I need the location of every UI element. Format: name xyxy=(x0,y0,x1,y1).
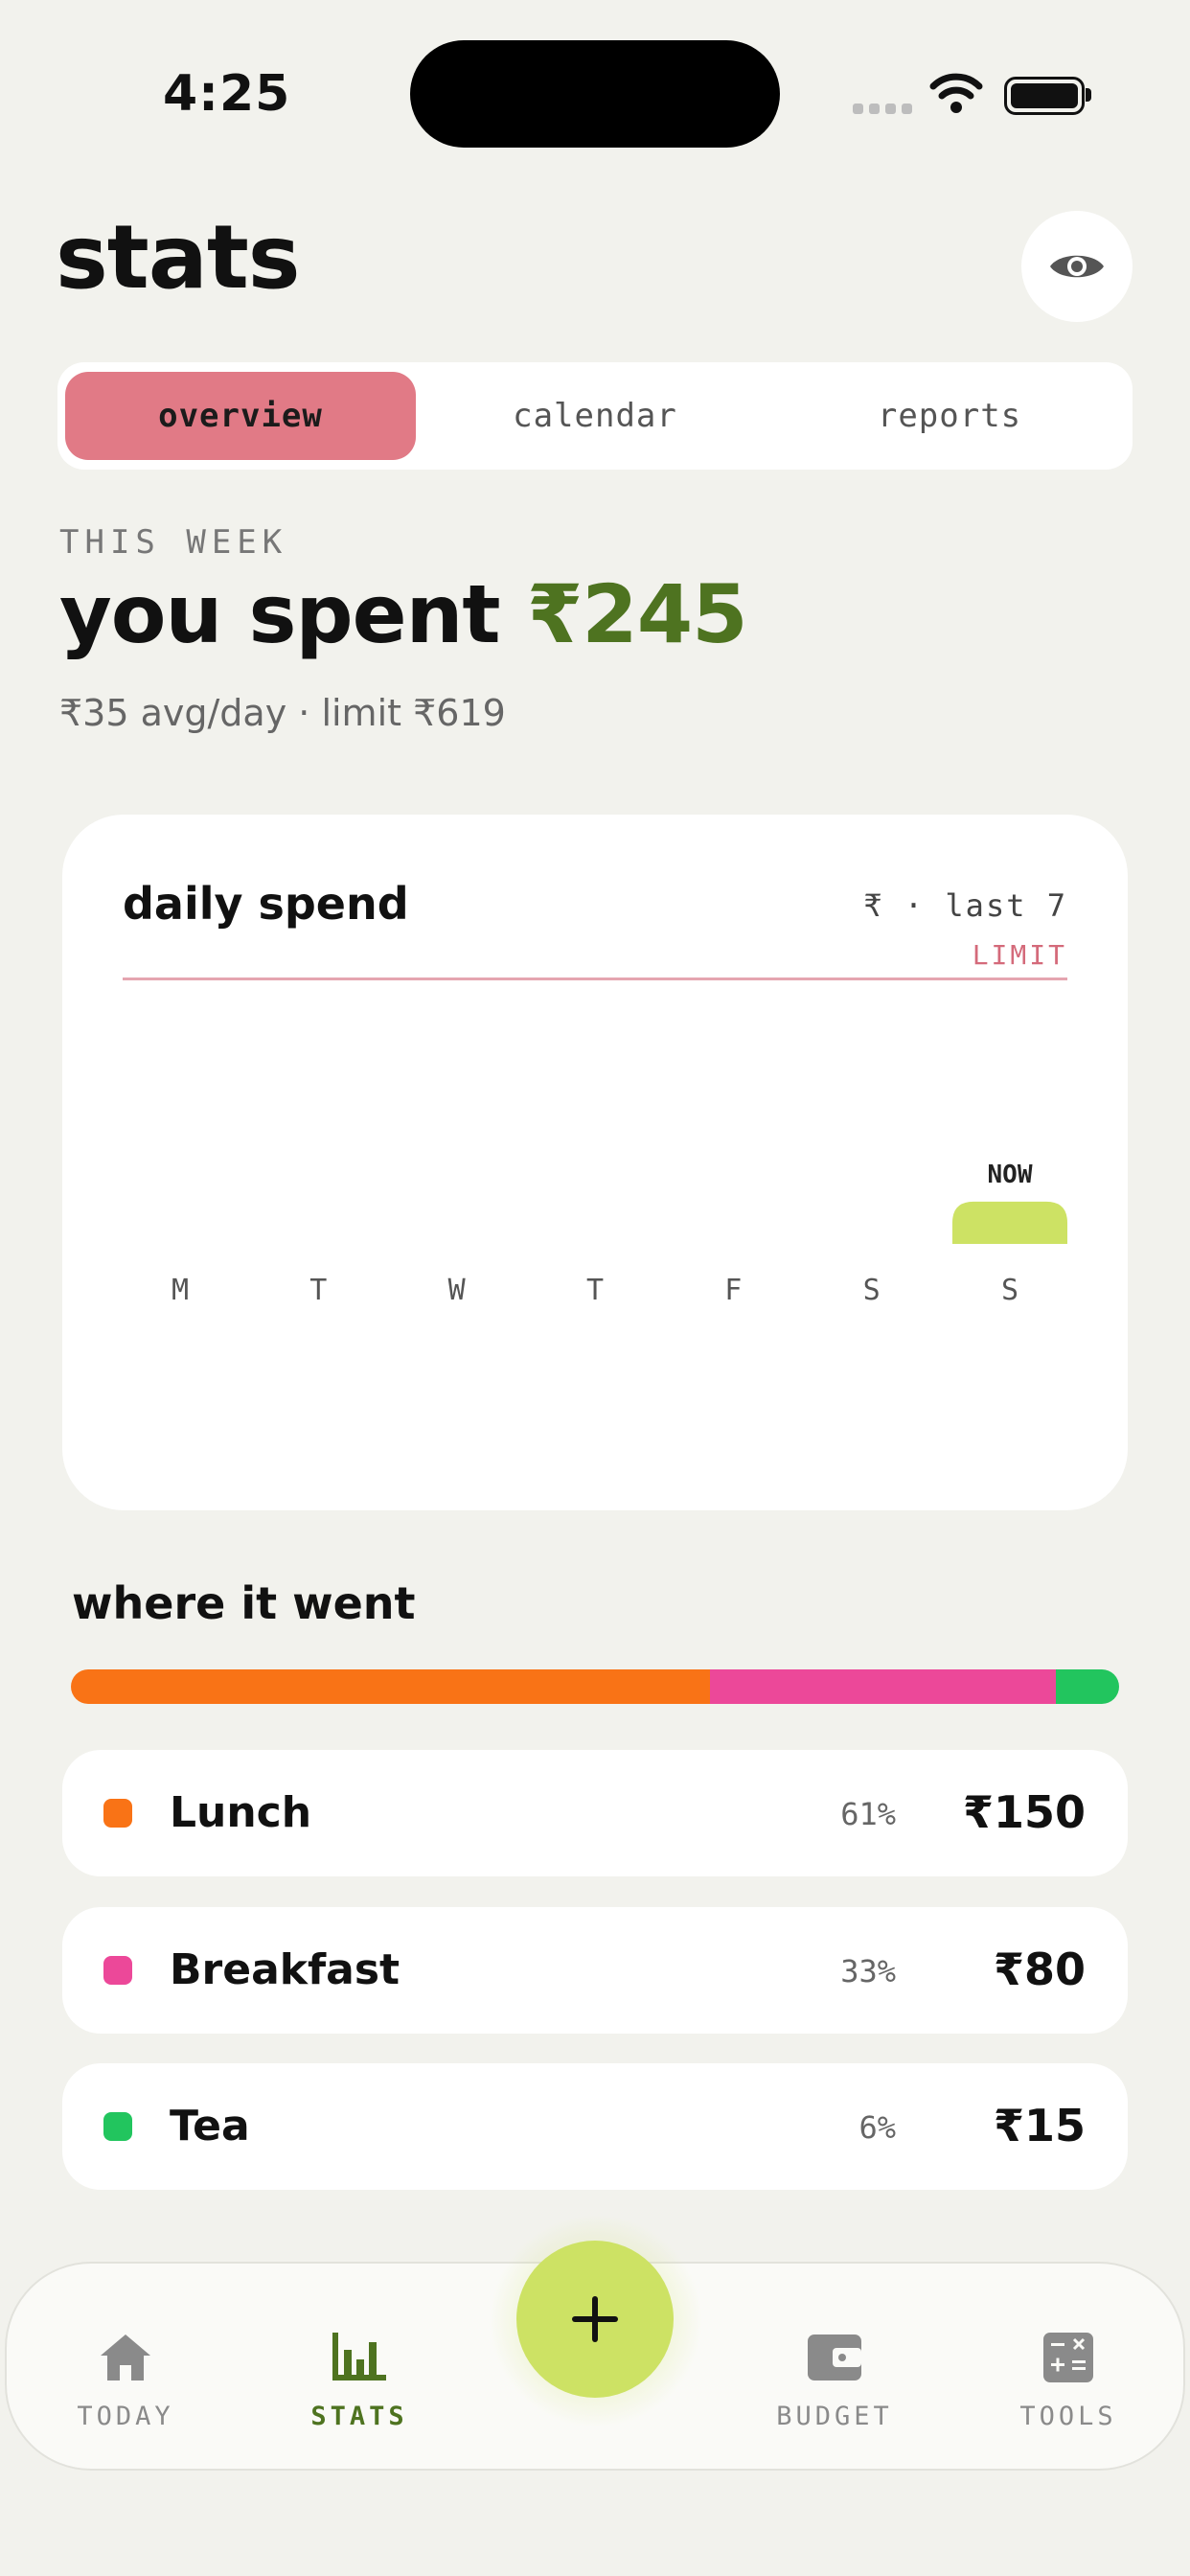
day-label: F xyxy=(724,1274,742,1307)
category-share-bar xyxy=(71,1669,1119,1704)
day-label: T xyxy=(586,1274,604,1307)
nav-item-today[interactable]: TODAY xyxy=(30,2331,221,2431)
tab-reports[interactable]: reports xyxy=(774,372,1125,460)
day-label: W xyxy=(448,1274,467,1307)
now-label: NOW xyxy=(988,1161,1033,1189)
category-percent: 33% xyxy=(840,1953,896,1990)
category-row-lunch[interactable]: Lunch 61% ₹150 xyxy=(62,1750,1128,1876)
segmented-tabs: overview calendar reports xyxy=(57,362,1133,470)
battery-tip xyxy=(1086,88,1091,102)
category-color-dot xyxy=(103,1956,132,1985)
day-label: T xyxy=(309,1274,327,1307)
nav-label: STATS xyxy=(310,2402,408,2431)
category-percent: 61% xyxy=(840,1796,896,1832)
share-segment-lunch xyxy=(71,1669,711,1704)
chart-title: daily spend xyxy=(123,878,409,930)
day-label: M xyxy=(172,1274,189,1307)
nav-item-stats[interactable]: STATS xyxy=(263,2331,455,2431)
nav-item-tools[interactable]: TOOLS xyxy=(973,2331,1164,2431)
plus-icon xyxy=(572,2296,618,2342)
day-label: S xyxy=(863,1274,881,1307)
visibility-toggle-button[interactable] xyxy=(1021,211,1133,322)
category-amount: ₹80 xyxy=(993,1944,1086,1995)
page-title: stats xyxy=(56,206,301,309)
dynamic-island xyxy=(410,40,780,148)
chart-meta: ₹ · last 7 xyxy=(863,887,1067,924)
signal-icon xyxy=(853,104,912,114)
category-name: Tea xyxy=(170,2102,250,2150)
wifi-icon xyxy=(929,73,983,113)
category-color-dot xyxy=(103,1799,132,1828)
daily-spend-card: daily spend ₹ · last 7 LIMIT M T W T F S NOW S xyxy=(62,815,1128,1510)
category-row-breakfast[interactable]: Breakfast 33% ₹80 xyxy=(62,1907,1128,2034)
category-amount: ₹15 xyxy=(993,2100,1086,2151)
bar-chart-icon xyxy=(332,2333,386,2380)
category-row-tea[interactable]: Tea 6% ₹15 xyxy=(62,2063,1128,2190)
status-time: 4:25 xyxy=(163,65,291,123)
spent-amount: ₹245 xyxy=(526,567,748,661)
breakdown-title: where it went xyxy=(72,1577,416,1629)
tab-overview[interactable]: overview xyxy=(65,372,416,460)
nav-label: BUDGET xyxy=(776,2402,893,2431)
spent-prefix: you spent xyxy=(59,567,501,661)
calculator-icon xyxy=(1043,2333,1093,2382)
category-name: Breakfast xyxy=(170,1945,400,1994)
nav-item-budget[interactable]: BUDGET xyxy=(739,2331,930,2431)
category-percent: 6% xyxy=(858,2109,896,2146)
home-icon xyxy=(101,2334,150,2380)
nav-label: TOOLS xyxy=(1019,2402,1117,2431)
daily-spend-chart: M T W T F S NOW S xyxy=(172,1161,1067,1307)
period-label: THIS WEEK xyxy=(59,523,288,562)
tab-calendar[interactable]: calendar xyxy=(420,372,770,460)
limit-label: LIMIT xyxy=(972,939,1067,971)
nav-label: TODAY xyxy=(77,2402,174,2431)
category-name: Lunch xyxy=(170,1788,312,1837)
day-label: S xyxy=(1001,1274,1018,1307)
spent-headline: you spent ₹245 xyxy=(59,567,748,661)
share-segment-breakfast xyxy=(710,1669,1057,1704)
spend-subline: ₹35 avg/day · limit ₹619 xyxy=(59,692,506,734)
add-expense-button[interactable] xyxy=(516,2241,674,2398)
category-amount: ₹150 xyxy=(962,1786,1086,1838)
category-color-dot xyxy=(103,2112,132,2141)
limit-line xyxy=(123,978,1067,980)
battery-icon xyxy=(1004,77,1085,115)
eye-icon xyxy=(1050,255,1104,278)
share-segment-tea xyxy=(1056,1669,1119,1704)
wallet-icon xyxy=(808,2334,861,2380)
chart-bar xyxy=(952,1201,1067,1244)
